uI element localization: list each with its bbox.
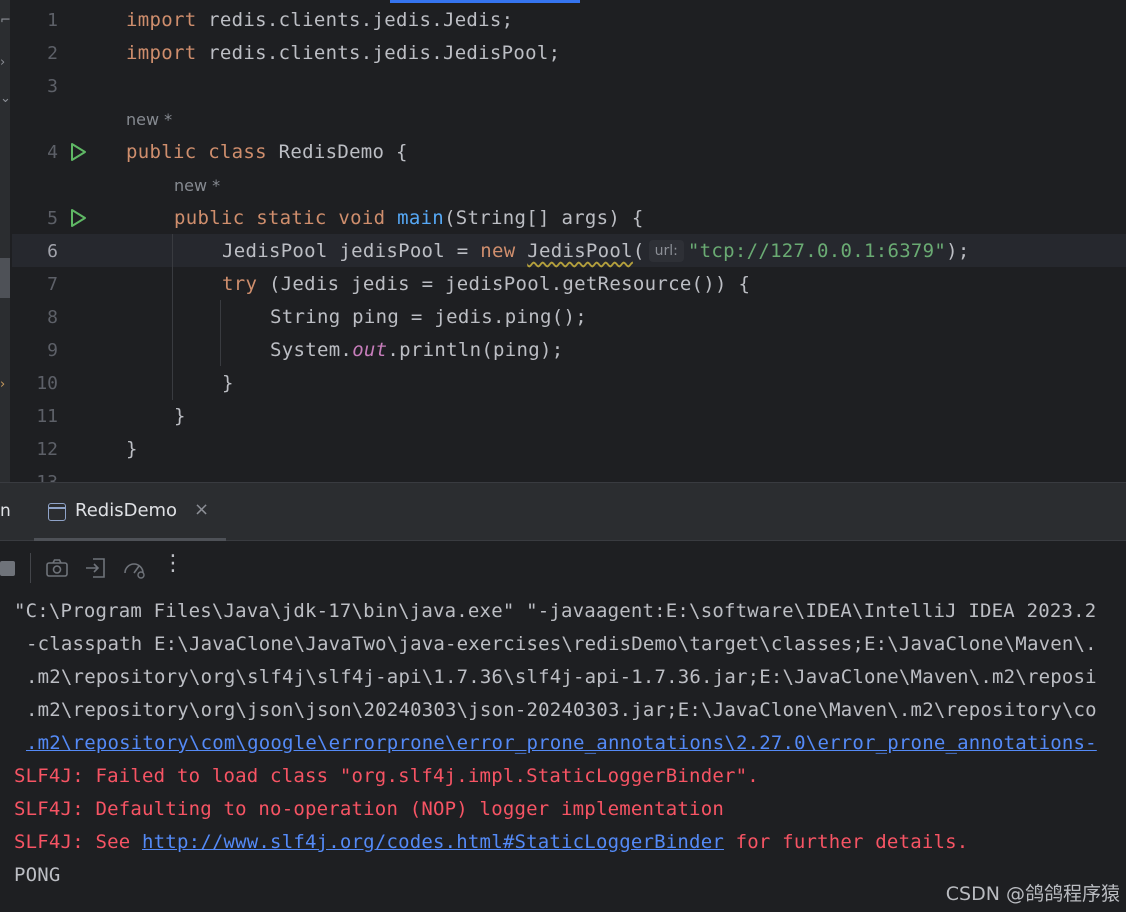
import-path: redis.clients.jedis.JedisPool; bbox=[196, 42, 561, 64]
line-number: 10 bbox=[36, 373, 58, 394]
line-number: 1 bbox=[47, 10, 58, 31]
classpath-link[interactable]: .m2\repository\com\google\errorprone\err… bbox=[26, 732, 1097, 754]
keyword-import: import bbox=[126, 42, 197, 64]
keyword-new: new bbox=[480, 240, 516, 262]
paren-close: ); bbox=[946, 240, 970, 262]
code-vision-author-hint[interactable]: new * bbox=[174, 169, 220, 202]
slf4j-docs-link[interactable]: http://www.slf4j.org/codes.html#StaticLo… bbox=[142, 831, 724, 853]
line-number: 5 bbox=[47, 208, 58, 229]
error-prefix: SLF4J: See bbox=[14, 831, 143, 853]
code-line-4[interactable]: 4 public class RedisDemo { bbox=[0, 136, 1126, 169]
code-text: public class RedisDemo { bbox=[126, 136, 408, 169]
code-editor[interactable]: ⌐ › ⌄ › 1 import redis.clients.jedis.Jed… bbox=[0, 0, 1126, 482]
stop-icon[interactable] bbox=[0, 561, 15, 576]
code-line-6[interactable]: 6 JedisPool jedisPool = new JedisPool(ur… bbox=[0, 235, 1126, 268]
console-error-line: SLF4J: Failed to load class "org.slf4j.i… bbox=[14, 765, 759, 787]
line-number: 4 bbox=[47, 142, 58, 163]
console-error-line: SLF4J: See http://www.slf4j.org/codes.ht… bbox=[14, 826, 968, 859]
line-number: 11 bbox=[36, 406, 58, 427]
console-error-line: SLF4J: Defaulting to no-operation (NOP) … bbox=[14, 798, 724, 820]
line-number: 6 bbox=[47, 241, 58, 262]
code-text: JedisPool jedisPool = new JedisPool(url:… bbox=[222, 235, 970, 268]
profiler-icon[interactable] bbox=[121, 555, 147, 581]
keyword-void: void bbox=[338, 207, 386, 229]
camera-icon[interactable] bbox=[44, 555, 70, 581]
line-number: 12 bbox=[36, 439, 58, 460]
code-text: try (Jedis jedis = jedisPool.getResource… bbox=[222, 268, 750, 301]
code-line-10[interactable]: 10 } bbox=[0, 367, 1126, 400]
parameter-hint: url: bbox=[648, 240, 684, 262]
line-number: 7 bbox=[47, 274, 58, 295]
close-icon[interactable]: × bbox=[194, 499, 209, 520]
code-vision-author-hint[interactable]: new * bbox=[126, 103, 172, 136]
try-resource: (Jedis jedis = jedisPool.getResource()) … bbox=[257, 273, 751, 295]
more-options-icon[interactable]: ⋮ bbox=[162, 551, 188, 577]
keyword-static: static bbox=[256, 207, 327, 229]
system-class: System. bbox=[270, 339, 353, 361]
keyword-class: class bbox=[208, 141, 267, 163]
code-text: } bbox=[174, 405, 186, 427]
code-line-7[interactable]: 7 try (Jedis jedis = jedisPool.getResour… bbox=[0, 268, 1126, 301]
line-number: 3 bbox=[47, 76, 58, 97]
code-text: public static void main(String[] args) { bbox=[174, 202, 644, 235]
declaration: JedisPool jedisPool = bbox=[222, 240, 481, 262]
toolbar-separator bbox=[30, 553, 31, 583]
run-class-icon[interactable] bbox=[68, 142, 88, 162]
tool-window-title-fragment[interactable]: n bbox=[0, 501, 11, 521]
watermark: CSDN @鸽鸽程序猿 bbox=[945, 883, 1120, 905]
keyword-import: import bbox=[126, 9, 197, 31]
console-line: .m2\repository\org\json\json\20240303\js… bbox=[26, 699, 1097, 721]
code-text: System.out.println(ping); bbox=[270, 334, 564, 367]
method-params: (String[] args) { bbox=[444, 207, 644, 229]
application-window-icon bbox=[48, 503, 66, 521]
tab-redisdemo[interactable]: RedisDemo × bbox=[34, 483, 226, 541]
code-line-9[interactable]: 9 System.out.println(ping); bbox=[0, 334, 1126, 367]
console-line: .m2\repository\com\google\errorprone\err… bbox=[26, 727, 1097, 760]
paren-open: ( bbox=[632, 240, 645, 262]
console-line: .m2\repository\org\slf4j\slf4j-api\1.7.3… bbox=[26, 666, 1097, 688]
string-literal: "tcp://127.0.0.1:6379" bbox=[687, 240, 947, 262]
code-text: import redis.clients.jedis.JedisPool; bbox=[126, 37, 560, 70]
deprecated-constructor[interactable]: JedisPool bbox=[527, 240, 633, 262]
line-number: 9 bbox=[47, 340, 58, 361]
code-line-3[interactable]: 3 bbox=[0, 70, 1126, 103]
code-line-2[interactable]: 2 import redis.clients.jedis.JedisPool; bbox=[0, 37, 1126, 70]
code-line-8[interactable]: 8 String ping = jedis.ping(); bbox=[0, 301, 1126, 334]
code-line-13[interactable]: 13 bbox=[0, 466, 1126, 482]
console-line: -classpath E:\JavaClone\JavaTwo\java-exe… bbox=[26, 633, 1097, 655]
console-output[interactable]: "C:\Program Files\Java\jdk-17\bin\java.e… bbox=[0, 595, 1126, 912]
code-line-11[interactable]: 11 } bbox=[0, 400, 1126, 433]
editor-tab-indicator bbox=[390, 0, 580, 3]
keyword-public: public bbox=[174, 207, 245, 229]
keyword-try: try bbox=[222, 273, 258, 295]
code-line-5[interactable]: 5 public static void main(String[] args)… bbox=[0, 202, 1126, 235]
code-text: String ping = jedis.ping(); bbox=[270, 306, 587, 328]
println-call: .println(ping); bbox=[387, 339, 564, 361]
line-number: 2 bbox=[47, 43, 58, 64]
tab-label: RedisDemo bbox=[75, 500, 178, 521]
restore-layout-icon[interactable] bbox=[83, 555, 109, 581]
code-line-12[interactable]: 12 } bbox=[0, 433, 1126, 466]
code-text: } bbox=[126, 438, 138, 460]
import-path: redis.clients.jedis.Jedis; bbox=[196, 9, 514, 31]
run-toolbar: ⋮ bbox=[0, 541, 1126, 595]
method-name: main bbox=[397, 207, 445, 229]
console-line: "C:\Program Files\Java\jdk-17\bin\java.e… bbox=[14, 600, 1097, 622]
code-text: } bbox=[222, 372, 234, 394]
error-suffix: for further details. bbox=[723, 831, 969, 853]
console-output-line: PONG bbox=[14, 864, 61, 886]
class-name: RedisDemo { bbox=[266, 141, 408, 163]
code-text: import redis.clients.jedis.Jedis; bbox=[126, 4, 513, 37]
keyword-public: public bbox=[126, 141, 197, 163]
run-tab-bar: n RedisDemo × bbox=[0, 483, 1126, 541]
run-main-icon[interactable] bbox=[68, 208, 88, 228]
static-field-out: out bbox=[352, 339, 388, 361]
line-number: 13 bbox=[10, 466, 58, 482]
run-tool-window: n RedisDemo × ⋮ "C:\Program Files\Java\j… bbox=[0, 482, 1126, 912]
line-number: 8 bbox=[47, 307, 58, 328]
code-line-1[interactable]: 1 import redis.clients.jedis.Jedis; bbox=[0, 4, 1126, 37]
